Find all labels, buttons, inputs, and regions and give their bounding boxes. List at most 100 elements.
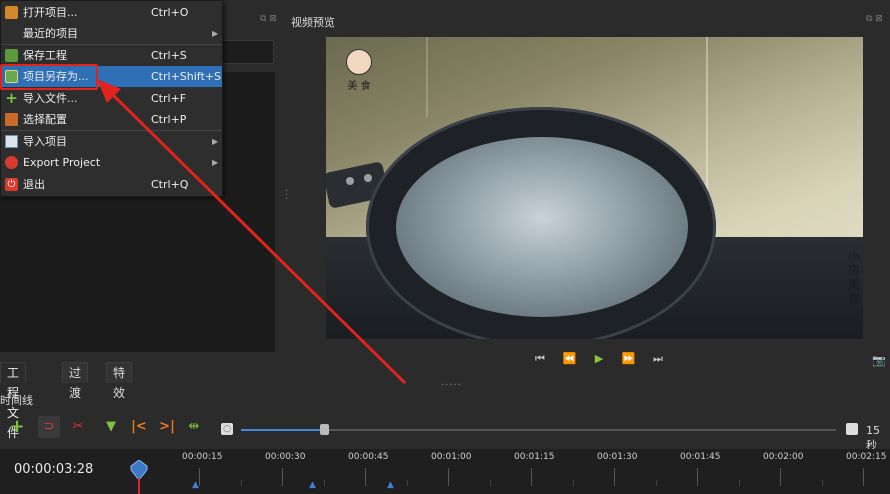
ruler-minor-tick <box>241 480 242 486</box>
import-project-icon <box>5 135 18 148</box>
menu-item-exit[interactable]: ⏻ 退出 Ctrl+Q <box>1 174 222 195</box>
video-preview: 美 食 小房美食 <box>326 37 863 339</box>
ruler-tick <box>614 468 615 486</box>
ruler-minor-tick <box>407 480 408 486</box>
rewind-icon[interactable]: ⏪ <box>560 352 580 365</box>
ruler-tick <box>863 468 864 486</box>
timeline-marker[interactable]: ▲ <box>192 480 199 490</box>
ruler-tick <box>780 468 781 486</box>
zoom-slider[interactable] <box>241 429 836 431</box>
menu-item-shortcut: Ctrl+Shift+S <box>151 70 221 83</box>
ruler-tick <box>531 468 532 486</box>
menu-item-label: 最近的项目 <box>23 27 78 40</box>
menu-item-import-project[interactable]: 导入项目 ▶ <box>1 131 222 152</box>
ruler-minor-tick <box>490 480 491 486</box>
video-watermark: 小房美食 <box>848 249 861 305</box>
add-marker-icon[interactable]: ▼ <box>100 416 122 438</box>
ruler-label: 00:00:30 <box>265 452 306 462</box>
play-icon[interactable]: ▶ <box>589 352 609 365</box>
tab-project-files[interactable]: 工程文件 <box>0 362 27 440</box>
ruler-label: 00:00:45 <box>348 452 389 462</box>
resize-grip[interactable]: ····· <box>441 380 462 391</box>
video-handle-rivet <box>346 177 354 185</box>
ruler-minor-tick <box>324 480 325 486</box>
tab-effects[interactable]: 特效 <box>106 362 133 400</box>
menu-item-preferences[interactable]: 选择配置 Ctrl+P <box>1 109 222 130</box>
filter-input[interactable] <box>222 40 274 64</box>
snap-magnet-icon[interactable]: ⊃ <box>38 416 60 438</box>
video-handle-rivet <box>364 174 372 182</box>
menu-item-label: 选择配置 <box>23 113 67 126</box>
zoom-in-icon[interactable] <box>846 423 858 435</box>
menu-item-import-files[interactable]: + 导入文件... Ctrl+F <box>1 88 222 109</box>
current-time: 00:00:03:28 <box>14 462 94 477</box>
menu-item-label: 导入文件... <box>23 92 78 105</box>
menu-item-export-project[interactable]: Export Project ▶ <box>1 152 222 173</box>
ruler-tick <box>199 468 200 486</box>
ruler-label: 00:01:00 <box>431 452 472 462</box>
add-track-icon[interactable]: + <box>6 416 28 438</box>
menu-item-recent-projects[interactable]: 最近的项目 ▶ <box>1 23 222 44</box>
previous-marker-icon[interactable]: |< <box>128 416 150 438</box>
video-tile-line <box>426 37 428 117</box>
ruler-label: 00:00:15 <box>182 452 223 462</box>
video-boiling-water <box>396 137 688 317</box>
menu-item-shortcut: Ctrl+O <box>151 6 189 19</box>
file-menu: 打开项目... Ctrl+O 最近的项目 ▶ 保存工程 Ctrl+S 项目另存为… <box>0 0 223 197</box>
menu-item-save-project[interactable]: 保存工程 Ctrl+S <box>1 45 222 66</box>
menu-item-label: Export Project <box>23 156 101 169</box>
ruler-tick <box>448 468 449 486</box>
power-icon: ⏻ <box>5 178 18 191</box>
preview-title: 视频预览 <box>291 16 335 29</box>
submenu-arrow-icon: ▶ <box>212 29 219 38</box>
ruler-minor-tick <box>822 480 823 486</box>
ruler-minor-tick <box>573 480 574 486</box>
next-marker-icon[interactable]: >| <box>156 416 178 438</box>
preview-dock-icons[interactable]: ⧉ ⊠ <box>866 14 883 24</box>
plus-icon: + <box>5 89 18 107</box>
submenu-arrow-icon: ▶ <box>212 158 219 167</box>
ruler-label: 00:02:15 <box>846 452 887 462</box>
menu-item-shortcut: Ctrl+P <box>151 113 187 126</box>
center-playhead-icon[interactable]: ⇹ <box>183 416 205 438</box>
zoom-slider-handle[interactable] <box>320 424 329 435</box>
panel-splitter[interactable]: · · · <box>285 187 288 205</box>
playback-controls: ⏮ ⏪ ▶ ⏩ ⏭ <box>530 352 674 366</box>
save-icon <box>5 49 18 62</box>
timeline-label: 时间线 <box>0 394 33 407</box>
menu-item-shortcut: Ctrl+Q <box>151 178 189 191</box>
ruler-minor-tick <box>739 480 740 486</box>
ruler-label: 00:01:45 <box>680 452 721 462</box>
submenu-arrow-icon: ▶ <box>212 137 219 146</box>
jump-start-icon[interactable]: ⏮ <box>530 352 550 366</box>
preferences-icon <box>5 113 18 126</box>
zoom-slider-fill <box>241 429 325 431</box>
video-logo: 美 食 <box>342 49 376 97</box>
menu-item-shortcut: Ctrl+F <box>151 92 187 105</box>
zoom-out-icon[interactable]: ◌ <box>221 423 233 435</box>
ruler-minor-tick <box>656 480 657 486</box>
menu-item-label: 导入项目 <box>23 135 67 148</box>
annotation-highlight-box <box>0 64 98 90</box>
timeline-marker[interactable]: ▲ <box>387 480 394 490</box>
ruler-tick <box>697 468 698 486</box>
timeline-marker[interactable]: ▲ <box>309 480 316 490</box>
panel-dock-icons[interactable]: ⧉ ⊠ <box>260 14 277 24</box>
ruler-label: 00:01:30 <box>597 452 638 462</box>
jump-end-icon[interactable]: ⏭ <box>648 352 668 366</box>
ruler-label: 00:01:15 <box>514 452 555 462</box>
playhead-icon[interactable] <box>130 460 148 480</box>
razor-icon[interactable]: ✂ <box>67 416 89 438</box>
menu-item-label: 打开项目... <box>23 6 78 19</box>
tab-transitions[interactable]: 过渡 <box>62 362 89 400</box>
menu-item-label: 保存工程 <box>23 49 67 62</box>
menu-item-open-project[interactable]: 打开项目... Ctrl+O <box>1 2 222 23</box>
menu-item-shortcut: Ctrl+S <box>151 49 187 62</box>
video-logo-text: 美 食 <box>347 81 371 92</box>
chef-face-icon <box>346 49 372 75</box>
menu-item-label: 退出 <box>23 178 45 191</box>
playhead-line <box>138 478 140 494</box>
export-project-icon <box>5 156 18 169</box>
fast-forward-icon[interactable]: ⏩ <box>619 352 639 365</box>
camera-icon[interactable]: 📷 <box>872 354 886 367</box>
